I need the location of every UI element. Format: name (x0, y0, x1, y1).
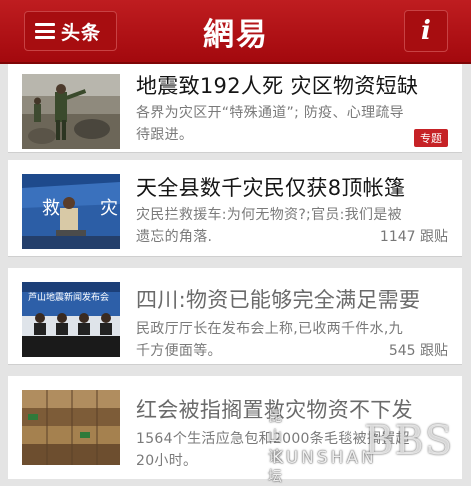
tent-photo-thumbnail: 救 灾 (22, 174, 120, 249)
svg-text:灾: 灾 (100, 198, 118, 219)
supplies-photo-icon (22, 390, 120, 465)
news-item[interactable]: 救 灾 天全县数千灾民仅获8顶帐篷 灾民拦救援车:为何无物资?;官员:我们是被遗… (8, 160, 462, 257)
news-item[interactable]: 地震致192人死 灾区物资短缺 各界为灾区开“特殊通道”; 防疫、心理疏导待跟进… (8, 64, 462, 153)
watermark-chinese: 昆山论坛 (268, 409, 283, 485)
news-title[interactable]: 四川:物资已能够完全满足需要 (136, 284, 452, 314)
comment-count[interactable]: 1147 跟贴 (380, 226, 448, 246)
press-conference-photo-thumbnail: 芦山地震新闻发布会 (22, 282, 120, 357)
top-bar: 头条 網易 i (0, 0, 471, 64)
rescue-photo-icon (22, 74, 120, 149)
news-summary: 灾民拦救援车:为何无物资?;官员:我们是被遗忘的角落. (136, 207, 402, 245)
watermark-english: KUNSHAN (272, 448, 377, 468)
info-button[interactable]: i (404, 10, 448, 52)
news-title[interactable]: 天全县数千灾民仅获8顶帐篷 (136, 172, 452, 202)
comment-count[interactable]: 545 跟贴 (389, 340, 448, 360)
topic-badge: 专题 (414, 129, 448, 147)
watermark-big: BBS (364, 418, 454, 464)
channel-label: 头条 (61, 21, 102, 44)
news-title[interactable]: 地震致192人死 灾区物资短缺 (136, 70, 452, 100)
supplies-photo-thumbnail (22, 390, 120, 465)
rescue-photo-thumbnail (22, 74, 120, 149)
news-item[interactable]: 芦山地震新闻发布会 四川:物资已能够完全满足需要 民政厅厅长在发布会上称,已收两… (8, 268, 462, 365)
news-summary: 民政厅厅长在发布会上称,已收两千件水,九千方便面等。 (136, 321, 403, 359)
app-logo: 網易 (203, 17, 269, 53)
tent-photo-icon: 救 灾 (22, 174, 120, 249)
channel-menu-button[interactable]: 头条 (24, 11, 117, 51)
press-conference-photo-icon: 芦山地震新闻发布会 (22, 282, 120, 357)
svg-text:芦山地震新闻发布会: 芦山地震新闻发布会 (28, 291, 109, 303)
svg-text:救: 救 (42, 198, 60, 219)
news-summary: 各界为灾区开“特殊通道”; 防疫、心理疏导待跟进。 (136, 105, 404, 143)
hamburger-icon (35, 23, 55, 39)
